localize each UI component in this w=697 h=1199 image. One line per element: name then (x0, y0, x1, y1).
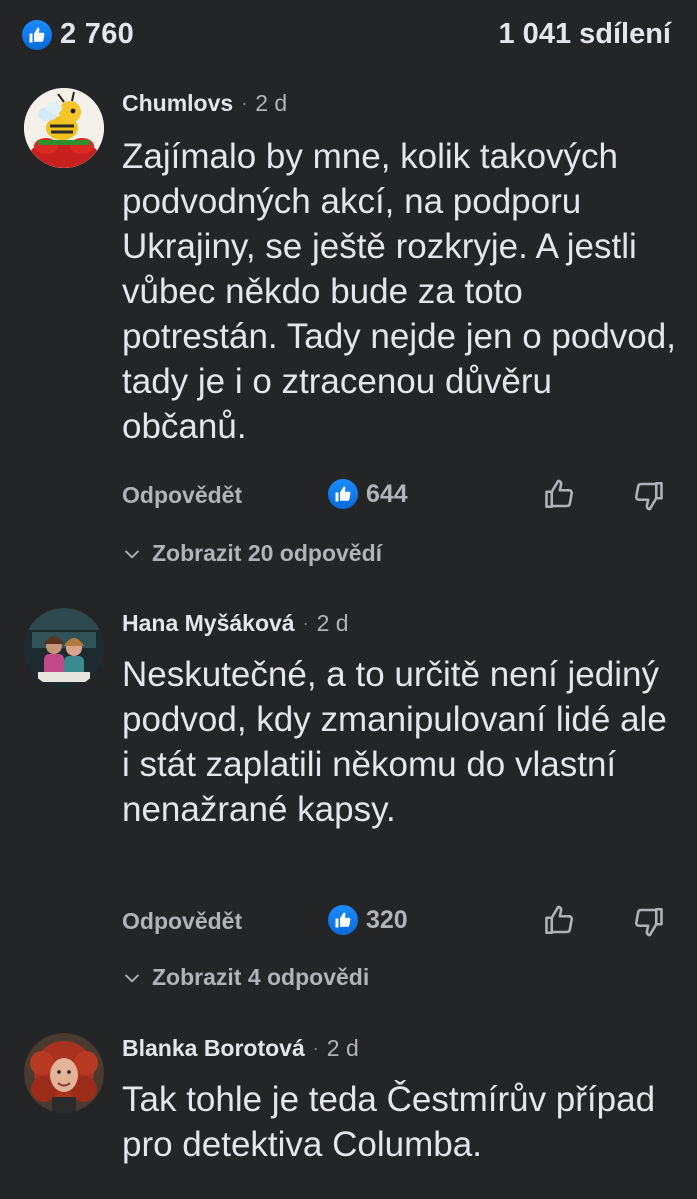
avatar-image (24, 608, 104, 688)
avatar-image (24, 88, 104, 168)
separator-dot: · (241, 93, 248, 113)
comment-text: Tak tohle je teda Čestmírův případ pro d… (122, 1080, 656, 1164)
view-replies-label: Zobrazit 20 odpovědí (152, 540, 383, 566)
comment-actions: Odpovědět 644 (0, 476, 697, 516)
like-icon (328, 479, 358, 509)
comment: Chumlovs · 2 d Zajímalo by mne, kolik ta… (0, 86, 697, 576)
view-replies-button[interactable]: Zobrazit 20 odpovědí (122, 540, 382, 567)
comment-reactions[interactable]: 320 (328, 905, 408, 935)
comment-reactions[interactable]: 644 (328, 479, 408, 509)
like-icon (328, 905, 358, 935)
avatar-image (24, 1033, 104, 1113)
avatar[interactable] (24, 1033, 104, 1113)
view-replies-button[interactable]: Zobrazit 4 odpovědi (122, 964, 369, 991)
thumbs-down-icon[interactable] (630, 478, 666, 514)
reactions-summary-bar: 2 760 1 041 sdílení (0, 0, 697, 72)
comment-author[interactable]: Chumlovs (122, 90, 233, 117)
separator-dot: · (312, 1038, 319, 1058)
comment-time[interactable]: 2 d (317, 610, 349, 637)
reactions-summary[interactable]: 2 760 (22, 18, 134, 51)
thumbs-up-icon[interactable] (542, 476, 578, 512)
comment-text: Neskutečné, a to určitě není jediný podv… (122, 655, 667, 829)
comment-author[interactable]: Hana Myšáková (122, 610, 295, 637)
thumbs-up-icon[interactable] (542, 902, 578, 938)
comment-text: Zajímalo by mne, kolik takových podvodný… (122, 137, 676, 446)
like-count: 320 (366, 905, 408, 934)
thumbs-down-icon[interactable] (630, 904, 666, 940)
reaction-count: 2 760 (60, 18, 135, 50)
comment-time[interactable]: 2 d (327, 1035, 359, 1062)
separator-dot: · (302, 613, 309, 633)
chevron-down-icon (125, 974, 139, 982)
avatar[interactable] (24, 608, 104, 688)
like-icon (22, 19, 52, 50)
comment-author[interactable]: Blanka Borotová (122, 1035, 305, 1062)
chevron-down-icon (125, 550, 139, 558)
reply-button[interactable]: Odpovědět (122, 908, 242, 935)
comment-actions: Odpovědět 320 (0, 902, 697, 942)
comment: Blanka Borotová · 2 d Tak tohle je teda … (0, 1031, 697, 1199)
view-replies-label: Zobrazit 4 odpovědi (152, 964, 370, 990)
reply-button[interactable]: Odpovědět (122, 482, 242, 509)
avatar[interactable] (24, 88, 104, 168)
like-count: 644 (366, 479, 408, 508)
shares-count[interactable]: 1 041 sdílení (499, 18, 672, 51)
comment: Hana Myšáková · 2 d Neskutečné, a to urč… (0, 606, 697, 1006)
comment-time[interactable]: 2 d (255, 90, 287, 117)
